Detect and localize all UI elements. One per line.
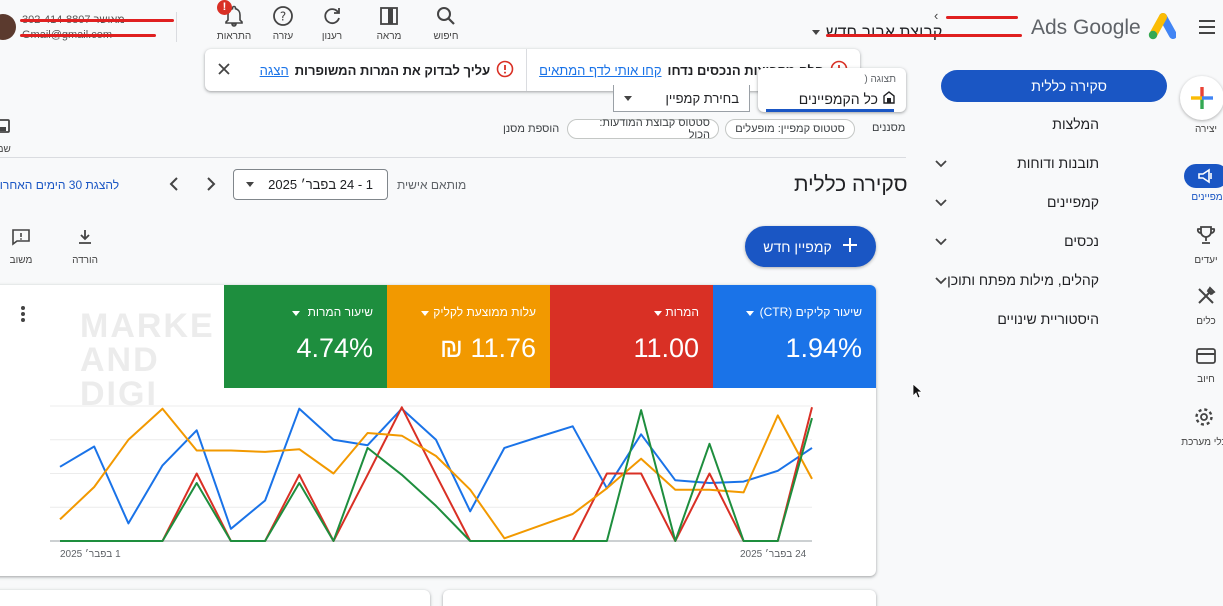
dropdown-arrow-icon [246, 182, 254, 187]
bottom-card [0, 590, 430, 606]
last-30-days-link[interactable]: להצגת 30 הימים האחרוני [0, 178, 119, 192]
rail-campaigns[interactable]: קמפיינים [1184, 164, 1223, 203]
feedback-button[interactable]: משוב [7, 228, 35, 266]
tools-icon [1195, 286, 1217, 311]
dropdown-arrow-icon [421, 311, 429, 316]
billing-icon [1195, 348, 1217, 369]
date-next-chevron-icon[interactable] [205, 177, 217, 196]
sidenav-overview[interactable]: סקירה כללית [941, 70, 1167, 102]
refresh-button[interactable]: רענון [307, 4, 357, 42]
save-icon[interactable] [0, 119, 10, 138]
date-custom-label: מותאם אישית [397, 178, 467, 192]
metric-tile-conv-rate[interactable]: שיעור המרות 4.74% [224, 285, 387, 388]
metric-tile-ctr[interactable]: שיעור קליקים (CTR) 1.94% [713, 285, 876, 388]
help-button[interactable]: ? עזרה [258, 4, 308, 42]
redaction-line [20, 34, 156, 37]
chevron-down-icon [923, 155, 947, 171]
chart-x-tick-end: 24 בפבר׳ 2025 [740, 549, 807, 560]
active-view-underline [766, 109, 894, 112]
sidenav-change-history[interactable]: היסטוריית שינויים [919, 303, 1159, 335]
feedback-icon [11, 229, 31, 250]
refresh-icon [307, 4, 357, 28]
dropdown-arrow-icon [624, 95, 632, 101]
new-campaign-button[interactable]: קמפיין חדש [745, 226, 876, 267]
date-range-picker[interactable]: 1 - 24 בפבר׳ 2025 [233, 169, 388, 200]
sidenav-recommendations[interactable]: המלצות [919, 108, 1159, 140]
mouse-cursor-icon [912, 383, 924, 404]
create-plus-icon [1180, 76, 1223, 120]
sidenav-insights[interactable]: תובנות ודוחות [919, 147, 1159, 179]
alert-link[interactable]: הצגה [260, 63, 289, 78]
campaigns-icon [1184, 164, 1223, 188]
brand-text: Ads Google [1031, 16, 1141, 39]
chart-x-tick-start: 1 בפבר׳ 2025 [60, 549, 121, 560]
dropdown-arrow-icon [654, 311, 662, 316]
chart-series-line-1 [59, 407, 813, 530]
avatar[interactable] [0, 14, 16, 40]
filter-chip[interactable]: סטטוס קמפיין: מופעלים [725, 119, 855, 139]
notification-badge: ! [217, 0, 232, 15]
main-menu-icon[interactable] [1197, 17, 1217, 42]
dropdown-arrow-icon [292, 311, 300, 316]
google-ads-logo-icon[interactable] [1146, 13, 1177, 46]
alert-divider [526, 49, 528, 91]
sidenav-campaigns[interactable]: קמפיינים [919, 186, 1159, 218]
card-more-options-icon[interactable] [20, 305, 26, 328]
alert-link[interactable]: קחו אותי לדף המתאים [539, 63, 661, 78]
chevron-down-icon [923, 272, 947, 288]
filters-label: מסננים [872, 122, 906, 134]
redaction-line [826, 34, 1022, 37]
alert-item: עליך לבדוק את המרות המשופרות הצגה [260, 60, 515, 81]
chevron-down-icon [923, 233, 947, 249]
metric-tile-avg-cpc[interactable]: עלות ממוצעת לקליק 11.76 ₪ [387, 285, 550, 388]
top-bar: 302-414-8807 מאושר Gmail@gmail.com ! התר… [0, 0, 1223, 55]
rail-create[interactable]: יצירה [1180, 76, 1223, 135]
redaction-line [946, 16, 1018, 19]
rail-goals[interactable]: יעדים [1180, 224, 1223, 266]
account-dropdown-arrow[interactable] [812, 30, 820, 35]
redaction-line [20, 19, 174, 22]
search-icon [421, 4, 471, 28]
alert-close-icon[interactable] [205, 62, 243, 79]
rail-billing[interactable]: חיוב [1180, 347, 1223, 385]
page-title: סקירה כללית [794, 173, 908, 196]
search-button[interactable]: חיפוש [421, 4, 471, 42]
appearance-button[interactable]: מראה [364, 4, 414, 42]
view-selector-value: כל הקמפיינים [798, 90, 878, 107]
chevron-down-icon [923, 194, 947, 210]
account-back-chevron[interactable]: ‹ [934, 8, 938, 23]
header-divider [0, 157, 906, 158]
svg-text:?: ? [280, 10, 286, 24]
metric-tile-conversions[interactable]: המרות 11.00 [550, 285, 713, 388]
alert-text: עליך לבדוק את המרות המשופרות [294, 62, 491, 78]
view-selector[interactable]: תצוגה ( כל הקמפיינים [758, 68, 906, 112]
top-divider [176, 12, 177, 42]
home-icon [882, 90, 896, 107]
sidenav-assets[interactable]: נכסים [919, 225, 1159, 257]
download-button[interactable]: הורדה [70, 228, 100, 266]
plus-icon [842, 237, 858, 256]
bottom-card [443, 590, 876, 606]
notifications-button[interactable]: ! התראות [209, 0, 259, 42]
download-icon [76, 230, 94, 250]
rail-tools[interactable]: כלים [1180, 285, 1223, 327]
dropdown-arrow-icon [746, 311, 754, 316]
filter-chip[interactable]: סטטוס קבוצת המודעות: הכול [567, 117, 719, 141]
trophy-icon [1195, 226, 1217, 250]
help-icon: ? [258, 4, 308, 28]
campaign-selector[interactable]: בחירת קמפיין [613, 85, 750, 112]
add-filter-link[interactable]: הוספת מסנן [503, 123, 559, 135]
alert-error-icon [496, 60, 514, 81]
sidenav-audiences[interactable]: קהלים, מילות מפתח ותוכן [919, 264, 1159, 296]
appearance-icon [364, 4, 414, 28]
date-prev-chevron-icon[interactable] [168, 177, 180, 196]
settings-icon [1193, 408, 1215, 432]
account-name[interactable]: קבוצת אבוב חדש [826, 24, 1020, 42]
rail-admin[interactable]: כלי מערכת [1180, 406, 1223, 448]
performance-line-chart: 1 בפבר׳ 2025 24 בפבר׳ 2025 [50, 405, 813, 560]
save-label[interactable]: שמי [0, 144, 11, 155]
view-selector-label: תצוגה ( [864, 74, 896, 85]
